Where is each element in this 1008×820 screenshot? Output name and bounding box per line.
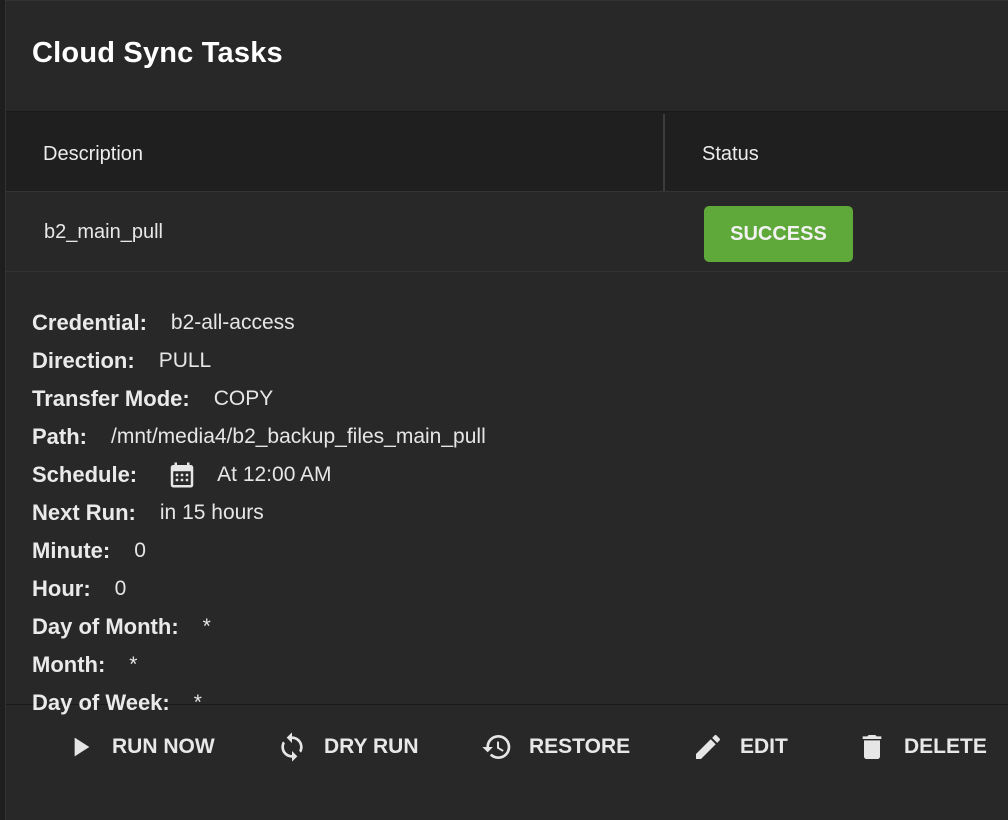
sync-icon bbox=[281, 732, 303, 762]
detail-label: Month: bbox=[32, 652, 106, 677]
detail-minute: Minute: 0 bbox=[32, 532, 1008, 570]
task-description: b2_main_pull bbox=[44, 221, 163, 243]
detail-label: Schedule: bbox=[32, 462, 138, 487]
detail-label: Next Run: bbox=[32, 500, 136, 525]
detail-label: Transfer Mode: bbox=[32, 386, 190, 411]
calendar-icon[interactable] bbox=[167, 459, 197, 491]
detail-value: * bbox=[129, 653, 138, 676]
detail-value: 0 bbox=[114, 577, 127, 600]
detail-day-of-month: Day of Month: * bbox=[32, 608, 1008, 646]
detail-value: 0 bbox=[134, 539, 146, 562]
table-row[interactable]: b2_main_pull SUCCESS bbox=[6, 192, 1008, 272]
dry-run-label: DRY RUN bbox=[324, 735, 419, 758]
detail-label: Hour: bbox=[32, 576, 91, 601]
restore-button[interactable]: RESTORE bbox=[481, 727, 630, 767]
table-header: Description Status bbox=[6, 112, 1008, 192]
play-icon bbox=[74, 737, 90, 757]
restore-label: RESTORE bbox=[529, 735, 631, 758]
detail-value: COPY bbox=[213, 387, 274, 410]
card-header: Cloud Sync Tasks bbox=[6, 1, 1008, 112]
detail-credential: Credential: b2-all-access bbox=[32, 304, 1008, 342]
detail-value: in 15 hours bbox=[159, 501, 264, 524]
page-title: Cloud Sync Tasks bbox=[32, 37, 283, 69]
edit-label: EDIT bbox=[740, 735, 788, 758]
detail-value: At 12:00 AM bbox=[217, 463, 332, 486]
column-header-status[interactable]: Status bbox=[702, 143, 759, 166]
detail-value: b2-all-access bbox=[170, 311, 295, 334]
cloud-sync-tasks-card: Cloud Sync Tasks Description Status b2_m… bbox=[5, 0, 1008, 820]
action-bar: RUN NOW DRY RUN RESTORE EDIT DELETE bbox=[6, 705, 1008, 791]
history-icon bbox=[482, 735, 511, 759]
edit-button[interactable]: EDIT bbox=[692, 727, 788, 767]
detail-direction: Direction: PULL bbox=[32, 342, 1008, 380]
detail-hour: Hour: 0 bbox=[32, 570, 1008, 608]
delete-button[interactable]: DELETE bbox=[856, 727, 987, 767]
detail-month: Month: * bbox=[32, 646, 1008, 684]
detail-transfer-mode: Transfer Mode: COPY bbox=[32, 380, 1008, 418]
detail-value: PULL bbox=[158, 349, 212, 372]
delete-label: DELETE bbox=[904, 735, 987, 758]
detail-next-run: Next Run: in 15 hours bbox=[32, 494, 1008, 532]
detail-value: * bbox=[202, 615, 211, 638]
status-badge[interactable]: SUCCESS bbox=[704, 206, 853, 262]
detail-path: Path: /mnt/media4/b2_backup_files_main_p… bbox=[32, 418, 1008, 456]
detail-value: /mnt/media4/b2_backup_files_main_pull bbox=[111, 425, 486, 448]
dry-run-button[interactable]: DRY RUN bbox=[276, 727, 419, 767]
pencil-icon bbox=[696, 734, 721, 759]
detail-label: Path: bbox=[32, 424, 87, 449]
trash-icon bbox=[862, 735, 882, 759]
run-now-button[interactable]: RUN NOW bbox=[64, 727, 215, 767]
run-now-label: RUN NOW bbox=[112, 735, 215, 758]
detail-label: Direction: bbox=[32, 348, 135, 373]
detail-label: Day of Month: bbox=[32, 614, 179, 639]
task-details: Credential: b2-all-access Direction: PUL… bbox=[6, 272, 1008, 715]
detail-label: Minute: bbox=[32, 538, 111, 563]
detail-schedule: Schedule: At 12:00 AM bbox=[32, 456, 1008, 494]
column-divider[interactable] bbox=[663, 114, 665, 191]
detail-label: Credential: bbox=[32, 310, 147, 335]
column-header-description[interactable]: Description bbox=[43, 143, 143, 166]
